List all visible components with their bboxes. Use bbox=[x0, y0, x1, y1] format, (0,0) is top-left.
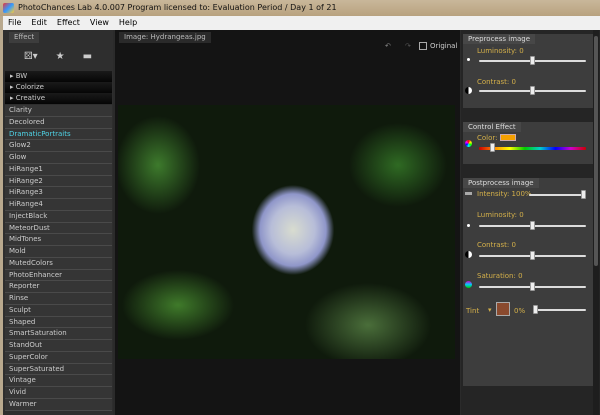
category-colorize[interactable]: ▸ Colorize bbox=[5, 82, 112, 93]
effect-item[interactable]: MidTones bbox=[5, 234, 112, 246]
effect-item[interactable]: Mold bbox=[5, 246, 112, 258]
app-icon bbox=[3, 3, 14, 13]
preprocess-panel: Preprocess image Luminosity: 0 Contrast:… bbox=[463, 34, 593, 108]
category-label: Colorize bbox=[15, 83, 44, 91]
effect-item[interactable]: HiRange3 bbox=[5, 187, 112, 199]
luminosity-icon bbox=[467, 224, 470, 227]
postprocess-label: Postprocess image bbox=[463, 178, 539, 188]
effect-item[interactable]: HiRange4 bbox=[5, 199, 112, 211]
effect-item[interactable]: MutedColors bbox=[5, 257, 112, 270]
effect-item[interactable]: StandOut bbox=[5, 340, 112, 352]
effect-item[interactable]: Glow2 bbox=[5, 140, 112, 152]
control-effect-panel: Control Effect Color: bbox=[463, 122, 593, 164]
tint-dropdown-icon[interactable]: ▾ bbox=[488, 306, 492, 314]
effect-item[interactable]: SuperSaturated bbox=[5, 363, 112, 376]
contrast-label: Contrast: 0 bbox=[477, 78, 516, 86]
photo-preview bbox=[118, 105, 455, 359]
slider-thumb[interactable] bbox=[533, 305, 538, 314]
effect-item[interactable]: Vivid bbox=[5, 387, 112, 399]
effect-item[interactable]: PhotoEnhancer bbox=[5, 269, 112, 282]
slider-thumb[interactable] bbox=[530, 56, 535, 65]
category-label: BW bbox=[15, 72, 28, 80]
intensity-slider[interactable] bbox=[529, 190, 586, 199]
slider-thumb[interactable] bbox=[530, 282, 535, 291]
effect-item[interactable]: Rinse bbox=[5, 293, 112, 305]
effect-item[interactable]: HiRange1 bbox=[5, 163, 112, 176]
category-bw[interactable]: ▸ BW bbox=[5, 71, 112, 82]
effect-item[interactable]: Decolored bbox=[5, 116, 112, 129]
saturation-slider[interactable] bbox=[479, 282, 586, 291]
color-wheel-icon bbox=[465, 140, 472, 147]
color-label: Color: bbox=[477, 134, 498, 142]
menu-effect[interactable]: Effect bbox=[52, 16, 85, 30]
effect-toolbar: ⚄▾ ★ ▬ bbox=[3, 42, 113, 70]
post-contrast-slider[interactable] bbox=[479, 251, 586, 260]
category-creative[interactable]: ▸ Creative bbox=[5, 93, 112, 104]
menu-bar: File Edit Effect View Help bbox=[3, 16, 600, 30]
title-bar: PhotoChances Lab 4.0.007 Program license… bbox=[0, 0, 600, 16]
original-checkbox[interactable] bbox=[419, 42, 427, 50]
contrast-icon bbox=[465, 87, 472, 94]
control-effect-label: Control Effect bbox=[463, 122, 521, 132]
preprocess-label: Preprocess image bbox=[463, 34, 536, 44]
category-label: Creative bbox=[15, 94, 46, 102]
color-swatch[interactable] bbox=[500, 134, 516, 141]
pre-contrast-slider[interactable] bbox=[479, 86, 586, 95]
luminosity-label: Luminosity: 0 bbox=[477, 47, 524, 55]
pre-luminosity-slider[interactable] bbox=[479, 56, 586, 65]
effect-item[interactable]: Sculpt bbox=[5, 304, 112, 317]
contrast-label: Contrast: 0 bbox=[477, 241, 516, 249]
slider-thumb[interactable] bbox=[530, 86, 535, 95]
luminosity-icon bbox=[467, 58, 470, 61]
effect-item[interactable]: DramaticPortraits bbox=[5, 128, 112, 141]
effect-item[interactable]: InjectBlack bbox=[5, 210, 112, 223]
menu-view[interactable]: View bbox=[85, 16, 114, 30]
redo-icon[interactable]: ↷ bbox=[405, 42, 411, 50]
menu-file[interactable]: File bbox=[3, 16, 26, 30]
tint-color-swatch[interactable] bbox=[496, 302, 510, 316]
slider-thumb[interactable] bbox=[530, 251, 535, 260]
menu-help[interactable]: Help bbox=[114, 16, 142, 30]
effect-item[interactable]: Reporter bbox=[5, 281, 112, 293]
effect-item[interactable]: HiRange2 bbox=[5, 175, 112, 188]
post-luminosity-slider[interactable] bbox=[479, 221, 586, 230]
favorite-star-icon[interactable]: ★ bbox=[56, 51, 65, 62]
window-title: PhotoChances Lab 4.0.007 Program license… bbox=[18, 3, 337, 12]
postprocess-panel: Postprocess image Intensity: 100% Lumino… bbox=[463, 178, 593, 386]
tint-label: Tint bbox=[466, 307, 480, 315]
saturation-label: Saturation: 0 bbox=[477, 272, 523, 280]
effect-item[interactable]: Shaped bbox=[5, 316, 112, 329]
undo-icon[interactable]: ↶ bbox=[385, 42, 391, 50]
tint-slider[interactable] bbox=[533, 305, 586, 314]
effect-list: Clarity Decolored DramaticPortraits Glow2 Gl… bbox=[5, 105, 112, 411]
effect-panel: Effect ⚄▾ ★ ▬ ▸ BW ▸ Colorize ▸ Creative… bbox=[3, 30, 113, 415]
effect-item[interactable]: Vintage bbox=[5, 375, 112, 387]
slider-thumb[interactable] bbox=[530, 221, 535, 230]
effect-item[interactable]: MeteorDust bbox=[5, 222, 112, 235]
hue-slider[interactable] bbox=[479, 143, 586, 152]
effect-item[interactable]: Clarity bbox=[5, 105, 112, 117]
menu-edit[interactable]: Edit bbox=[26, 16, 52, 30]
slider-thumb[interactable] bbox=[581, 190, 586, 199]
folder-icon[interactable]: ▬ bbox=[83, 51, 92, 62]
image-label: Image: Hydrangeas.jpg bbox=[119, 32, 211, 43]
intensity-icon bbox=[465, 192, 472, 195]
scrollbar-thumb[interactable] bbox=[594, 36, 598, 266]
slider-thumb[interactable] bbox=[490, 143, 495, 152]
intensity-label: Intensity: 100% bbox=[477, 190, 532, 198]
settings-scrollbar[interactable] bbox=[593, 30, 599, 415]
effect-item[interactable]: Glow bbox=[5, 152, 112, 164]
original-label: Original bbox=[430, 42, 458, 50]
settings-panel: Preprocess image Luminosity: 0 Contrast:… bbox=[461, 30, 600, 415]
effect-item[interactable]: SmartSaturation bbox=[5, 328, 112, 340]
tint-value: 0% bbox=[514, 307, 526, 315]
saturation-icon bbox=[465, 281, 472, 288]
effect-item[interactable]: SuperColor bbox=[5, 351, 112, 364]
effect-item[interactable]: Warmer bbox=[5, 398, 112, 411]
luminosity-label: Luminosity: 0 bbox=[477, 211, 524, 219]
contrast-icon bbox=[465, 251, 472, 258]
dice-icon[interactable]: ⚄▾ bbox=[24, 51, 38, 62]
image-view: Image: Hydrangeas.jpg ↶ ↷ Original bbox=[115, 30, 460, 415]
